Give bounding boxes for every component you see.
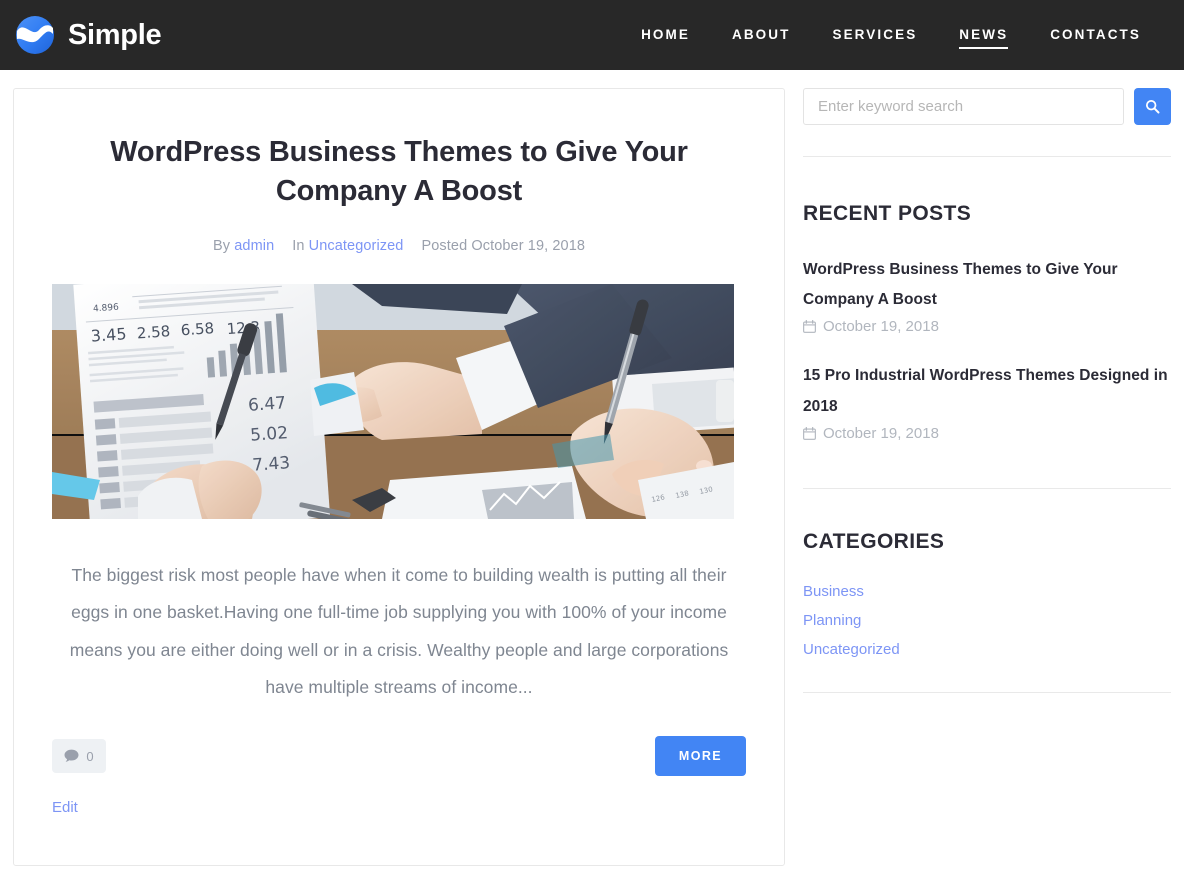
recent-post-date-row: October 19, 2018 <box>803 425 1171 442</box>
category-link[interactable]: Uncategorized <box>309 238 404 254</box>
edit-link[interactable]: Edit <box>52 799 746 816</box>
recent-post-link[interactable]: WordPress Business Themes to Give Your C… <box>803 255 1171 315</box>
page-layout: WordPress Business Themes to Give Your C… <box>0 70 1184 866</box>
nav-item-contacts[interactable]: CONTACTS <box>1029 0 1162 70</box>
category-list-item: Uncategorized <box>803 641 1171 659</box>
site-header: Simple HOME ABOUT SERVICES NEWS CONTACTS <box>0 0 1184 70</box>
post-footer: 0 MORE <box>52 736 746 777</box>
post-title: WordPress Business Themes to Give Your C… <box>110 136 688 207</box>
post-meta-category: In Uncategorized <box>292 238 403 254</box>
recent-post-date: October 19, 2018 <box>823 424 939 442</box>
recent-post-item: WordPress Business Themes to Give Your C… <box>803 255 1171 335</box>
category-list-item: Planning <box>803 612 1171 630</box>
post-date: October 19, 2018 <box>471 238 586 255</box>
sidebar: RECENT POSTS WordPress Business Themes t… <box>803 88 1171 693</box>
comment-count: 0 <box>86 748 94 764</box>
search-button[interactable] <box>1134 88 1171 125</box>
brand-logo[interactable]: Simple <box>12 12 162 58</box>
category-link-planning[interactable]: Planning <box>803 612 861 629</box>
in-label: In <box>292 238 305 255</box>
featured-image[interactable]: 4.896 3.45 2.58 6.58 12.3 6.47 5.02 7.43… <box>52 284 734 520</box>
post-excerpt: The biggest risk most people have when i… <box>69 565 729 697</box>
search-icon <box>1145 99 1160 114</box>
categories-title: CATEGORIES <box>803 529 945 553</box>
speech-bubble-icon <box>64 749 79 762</box>
author-link[interactable]: admin <box>234 238 274 254</box>
recent-posts-widget: RECENT POSTS WordPress Business Themes t… <box>803 157 1171 442</box>
search-input[interactable] <box>803 88 1124 125</box>
featured-image-artwork: 4.896 3.45 2.58 6.58 12.3 6.47 5.02 7.43… <box>52 284 734 520</box>
post-meta-author: By admin <box>213 238 274 254</box>
by-label: By <box>212 238 231 255</box>
more-button[interactable]: MORE <box>654 736 746 777</box>
calendar-icon <box>803 426 816 440</box>
nav-item-news[interactable]: NEWS <box>938 0 1029 70</box>
calendar-icon <box>803 320 816 334</box>
post-card: WordPress Business Themes to Give Your C… <box>13 88 785 866</box>
recent-post-item: 15 Pro Industrial WordPress Themes Desig… <box>803 361 1171 441</box>
sidebar-divider-3 <box>803 691 1171 693</box>
category-link-business[interactable]: Business <box>803 583 864 600</box>
recent-post-date-row: October 19, 2018 <box>803 318 1171 335</box>
posted-label: Posted <box>421 238 468 255</box>
categories-widget: CATEGORIES Business Planning Uncategoriz… <box>803 489 1171 659</box>
nav-item-home[interactable]: HOME <box>620 0 711 70</box>
categories-list: Business Planning Uncategorized <box>803 583 1171 659</box>
brand-name: Simple <box>68 18 162 51</box>
main-navigation: HOME ABOUT SERVICES NEWS CONTACTS <box>620 0 1164 70</box>
nav-item-services[interactable]: SERVICES <box>811 0 938 70</box>
nav-item-about[interactable]: ABOUT <box>711 0 812 70</box>
category-list-item: Business <box>803 583 1171 601</box>
recent-post-link[interactable]: 15 Pro Industrial WordPress Themes Desig… <box>803 361 1171 421</box>
category-link-uncategorized[interactable]: Uncategorized <box>803 641 900 658</box>
post-meta: By admin In Uncategorized Posted October 1… <box>52 238 746 254</box>
wave-circle-logo-icon <box>16 16 54 54</box>
post-meta-date: Posted October 19, 2018 <box>421 238 585 254</box>
search-widget <box>803 88 1171 125</box>
recent-post-date: October 19, 2018 <box>823 318 939 336</box>
recent-posts-title: RECENT POSTS <box>803 202 972 225</box>
comment-count-badge[interactable]: 0 <box>52 739 106 774</box>
